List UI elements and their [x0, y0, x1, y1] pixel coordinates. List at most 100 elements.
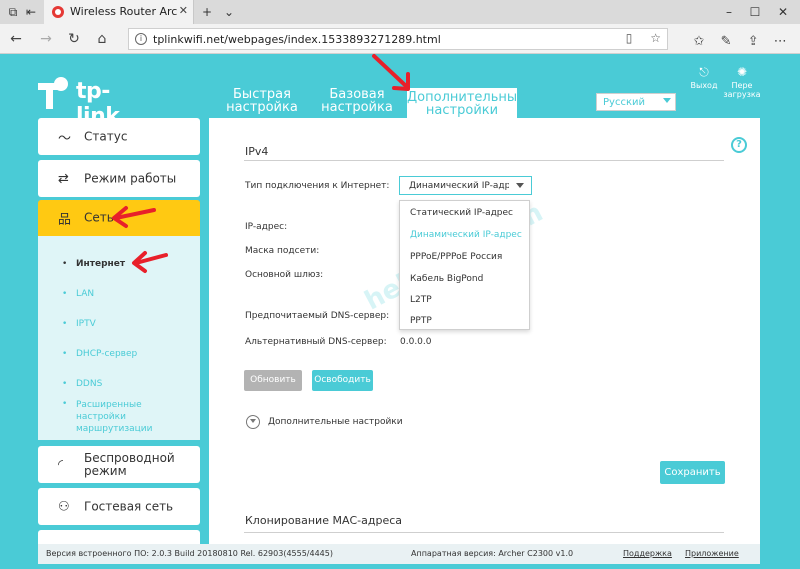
sidebar-item-status[interactable]: 〜 Статус: [38, 118, 200, 155]
sidebar-item-operation-mode[interactable]: ⇄ Режим работы: [38, 160, 200, 197]
logout-button[interactable]: ⎋ Выход: [684, 65, 724, 90]
annotation-arrow-top: [372, 54, 410, 91]
tab-actions-icon[interactable]: ⧉: [4, 3, 22, 21]
pulse-icon: 〜: [58, 131, 72, 146]
release-button[interactable]: Освободить: [312, 370, 373, 391]
swap-icon: ⇄: [58, 171, 69, 186]
submenu-item-lan[interactable]: LAN: [76, 289, 94, 299]
submenu-item-ddns[interactable]: DDNS: [76, 379, 102, 389]
connection-type-value: Динамический IP-адрес: [409, 181, 509, 191]
section-title-ipv4: IPv4: [245, 145, 269, 158]
submenu-label-line2: настройки: [76, 412, 126, 422]
language-select[interactable]: Русский: [596, 93, 676, 111]
tab-advanced-line2: настройки: [425, 103, 499, 118]
submenu-item-internet[interactable]: Интернет: [76, 259, 125, 269]
sidebar-item-next[interactable]: [38, 530, 200, 544]
site-info-icon[interactable]: i: [135, 33, 147, 45]
tab-quick-setup[interactable]: Быстрая настройка: [222, 88, 302, 118]
address-bar-row: ← → ↻ ⌂ i tplinkwifi.net/webpages/index.…: [0, 24, 800, 54]
sidebar-label-line1: Беспроводной: [84, 450, 175, 465]
support-link[interactable]: Поддержка: [623, 549, 672, 558]
connection-type-dropdown: Статический IP-адрес Динамический IP-адр…: [399, 200, 530, 330]
minimize-icon[interactable]: –: [720, 3, 738, 21]
logout-icon: ⎋: [699, 65, 709, 79]
app-link[interactable]: Приложение: [685, 549, 739, 558]
chevron-down-icon: [663, 98, 671, 103]
browser-tab[interactable]: Wireless Router Archer ✕: [44, 0, 194, 24]
submenu-label-line1: Расширенные: [76, 400, 142, 410]
expand-chevron-icon[interactable]: [246, 415, 260, 429]
option-bigpond[interactable]: Кабель BigPond: [410, 274, 483, 284]
sidebar-item-label: Гостевая сеть: [84, 499, 174, 513]
pen-icon[interactable]: ✎: [715, 34, 737, 49]
option-l2tp[interactable]: L2TP: [410, 295, 432, 305]
home-icon[interactable]: ⌂: [92, 29, 112, 49]
submenu-bullet: •: [62, 289, 68, 299]
option-dynamic-ip[interactable]: Динамический IP-адрес: [410, 230, 522, 240]
sidebar-item-label: Статус: [84, 129, 128, 143]
chevron-down-icon: [516, 183, 524, 188]
renew-button[interactable]: Обновить: [244, 370, 302, 391]
tab-advanced-settings[interactable]: Дополнительные настройки: [407, 88, 525, 118]
sidebar-item-wireless[interactable]: ◜ Беспроводной режим: [38, 446, 200, 483]
url-text: tplinkwifi.net/webpages/index.1533893271…: [153, 33, 441, 46]
option-static-ip[interactable]: Статический IP-адрес: [410, 208, 513, 218]
new-tab-icon[interactable]: +: [198, 3, 216, 21]
help-icon[interactable]: ?: [731, 137, 747, 153]
subnet-mask-label: Маска подсети:: [245, 246, 320, 256]
forward-arrow-icon[interactable]: →: [36, 29, 56, 49]
reboot-label-line1: Пере: [731, 81, 753, 90]
section-divider: [244, 160, 724, 161]
annotation-arrow-network: [112, 206, 156, 228]
refresh-icon[interactable]: ↻: [64, 29, 84, 49]
ip-address-label: IP-адрес:: [245, 222, 288, 232]
tab-close-icon[interactable]: ✕: [179, 4, 188, 17]
guest-icon: ⚇: [58, 499, 70, 514]
submenu-label-line3: маршрутизации: [76, 424, 153, 434]
tab-basic-setup-line2: настройка: [321, 100, 393, 115]
favorites-bar-icon[interactable]: ✩: [688, 34, 710, 49]
url-input[interactable]: i tplinkwifi.net/webpages/index.15338932…: [128, 28, 668, 50]
tab-title: Wireless Router Archer: [70, 5, 178, 18]
dns-alternate-label: Альтернативный DNS-сервер:: [245, 337, 387, 347]
tp-link-logo: tp-link: [38, 75, 138, 129]
tab-quick-setup-line2: настройка: [226, 100, 298, 115]
submenu-item-dhcp[interactable]: DHCP-сервер: [76, 349, 137, 359]
sidebar-label-line2: режим: [84, 463, 127, 478]
favorite-star-icon[interactable]: ☆: [650, 31, 661, 45]
connection-type-label: Тип подключения к Интернет:: [245, 181, 390, 191]
sidebar-item-label: Беспроводной режим: [84, 450, 175, 478]
submenu-bullet: •: [62, 379, 68, 389]
dns-alternate-value: 0.0.0.0: [400, 337, 432, 347]
tab-favicon-icon: [52, 6, 64, 18]
tab-list-chevron-icon[interactable]: ⌄: [220, 3, 238, 21]
option-pppoe[interactable]: PPPoE/PPPoE Россия: [410, 252, 502, 262]
more-menu-icon[interactable]: ⋯: [769, 34, 791, 49]
section-divider: [244, 532, 724, 533]
gateway-label: Основной шлюз:: [245, 270, 324, 280]
submenu-bullet: •: [62, 319, 68, 329]
option-pptp[interactable]: PPTP: [410, 316, 432, 326]
reboot-label-line2: загрузка: [723, 90, 761, 99]
connection-type-select[interactable]: Динамический IP-адрес: [399, 176, 532, 195]
reboot-button[interactable]: ✺ Пере загрузка: [722, 65, 762, 99]
window-close-icon[interactable]: ✕: [774, 3, 792, 21]
submenu-item-iptv[interactable]: IPTV: [76, 319, 96, 329]
sidebar-item-label: Режим работы: [84, 171, 177, 185]
network-icon: 品: [58, 212, 72, 228]
submenu-item-advanced-routing[interactable]: Расширенные настройки маршрутизации: [76, 399, 153, 435]
back-tabs-icon[interactable]: ⇤: [22, 3, 40, 21]
submenu-bullet: •: [62, 259, 68, 269]
reboot-icon: ✺: [736, 65, 748, 79]
firmware-version: Версия встроенного ПО: 2.0.3 Build 20180…: [46, 549, 333, 558]
advanced-settings-toggle[interactable]: Дополнительные настройки: [268, 417, 403, 427]
sidebar-item-guest[interactable]: ⚇ Гостевая сеть: [38, 488, 200, 525]
maximize-icon[interactable]: ☐: [746, 3, 764, 21]
reading-view-icon[interactable]: ▯: [626, 31, 633, 45]
dns-primary-label: Предпочитаемый DNS-сервер:: [245, 311, 390, 321]
save-button[interactable]: Сохранить: [660, 461, 725, 484]
tp-link-logo-icon: [38, 75, 72, 111]
back-arrow-icon[interactable]: ←: [6, 29, 26, 49]
share-icon[interactable]: ⇪: [742, 34, 764, 49]
footer-bar: Версия встроенного ПО: 2.0.3 Build 20180…: [38, 544, 760, 564]
